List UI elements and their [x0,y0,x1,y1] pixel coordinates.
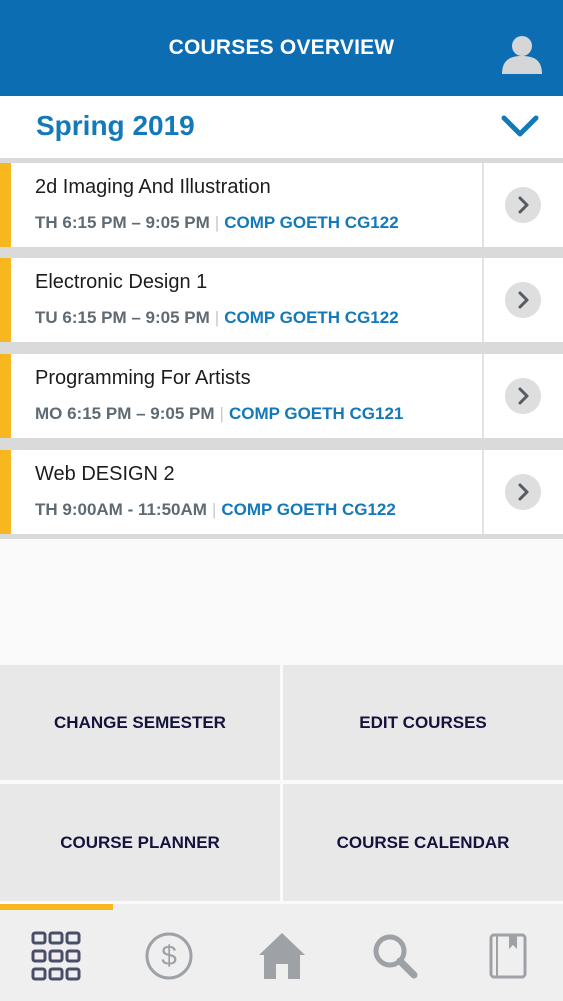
user-icon[interactable] [500,34,544,74]
course-accent [0,450,11,534]
chevron-right-icon[interactable] [505,474,541,510]
page-title: COURSES OVERVIEW [168,36,395,59]
app-header: COURSES OVERVIEW [0,0,563,96]
edit-courses-button[interactable]: EDIT COURSES [283,665,563,780]
meta-separator: | [211,500,217,519]
list-divider [0,342,563,354]
chevron-down-icon[interactable] [500,112,540,140]
chevron-right-icon[interactable] [505,378,541,414]
semester-label: Spring 2019 [36,110,195,141]
course-room: COMP GOETH CG122 [224,213,399,232]
meta-separator: | [214,213,220,232]
list-item[interactable]: 2d Imaging And Illustration TH 6:15 PM –… [0,163,563,247]
search-icon [373,934,418,978]
dollar-icon: $ [145,932,193,979]
course-time: TH 6:15 PM – 9:05 PM [35,213,210,232]
course-name: Electronic Design 1 [35,271,208,293]
semester-selector[interactable]: Spring 2019 [0,96,563,158]
list-divider [0,247,563,258]
tab-finances[interactable]: $ [113,910,225,1001]
svg-text:$: $ [161,940,177,971]
course-time: TH 9:00AM - 11:50AM [35,500,207,519]
chevron-right-icon[interactable] [505,187,541,223]
list-item[interactable]: Web DESIGN 2 TH 9:00AM - 11:50AM | COMP GO… [0,450,563,534]
course-meta: TH 6:15 PM – 9:05 PM | COMP GOETH CG122 [35,213,399,233]
course-time: TU 6:15 PM – 9:05 PM [35,308,210,327]
row-divider [482,354,484,438]
home-icon [259,932,305,979]
course-planner-button[interactable]: COURSE PLANNER [0,784,280,901]
course-accent [0,163,11,247]
chevron-right-icon[interactable] [505,282,541,318]
course-room: COMP GOETH CG122 [221,500,396,519]
row-divider [482,450,484,534]
meta-separator: | [214,308,220,327]
grid-icon [31,931,81,980]
list-item[interactable]: Programming For Artists MO 6:15 PM – 9:0… [0,354,563,438]
course-accent [0,354,11,438]
list-divider [0,438,563,450]
tab-home[interactable] [226,910,338,1001]
course-room: COMP GOETH CG122 [224,308,399,327]
course-meta: MO 6:15 PM – 9:05 PM | COMP GOETH CG121 [35,404,403,424]
tab-search[interactable] [339,910,451,1001]
row-divider [482,163,484,247]
course-name: 2d Imaging And Illustration [35,176,271,198]
course-time: MO 6:15 PM – 9:05 PM [35,404,215,423]
course-meta: TU 6:15 PM – 9:05 PM | COMP GOETH CG122 [35,308,399,328]
row-divider [482,258,484,342]
course-name: Programming For Artists [35,367,251,389]
course-meta: TH 9:00AM - 11:50AM | COMP GOETH CG122 [35,500,396,520]
list-divider [0,534,563,539]
course-room: COMP GOETH CG121 [228,404,404,423]
course-calendar-button[interactable]: COURSE CALENDAR [283,784,563,901]
course-name: Web DESIGN 2 [35,463,175,485]
course-accent [0,258,11,342]
book-icon [489,933,527,978]
tab-courses[interactable] [0,910,112,1001]
change-semester-button[interactable]: CHANGE SEMESTER [0,665,280,780]
meta-separator: | [219,404,224,423]
tab-catalog[interactable] [452,910,563,1001]
list-item[interactable]: Electronic Design 1 TU 6:15 PM – 9:05 PM… [0,258,563,342]
